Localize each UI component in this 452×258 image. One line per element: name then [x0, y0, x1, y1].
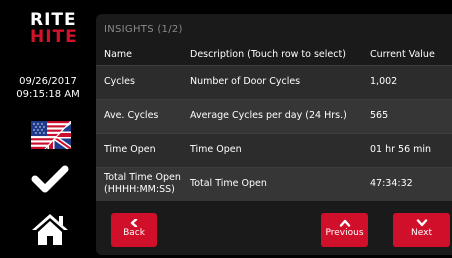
- previous-button[interactable]: Previous: [321, 213, 368, 247]
- column-header-name: Name: [96, 44, 182, 65]
- language-flag-icon[interactable]: [31, 120, 72, 150]
- panel-title: INSIGHTS (1/2): [104, 24, 183, 35]
- home-icon[interactable]: [30, 212, 70, 246]
- next-button-label: Next: [411, 228, 432, 238]
- table-row[interactable]: Total Time Open (HHHH:MM:SS) Total Time …: [96, 166, 452, 201]
- row-description: Total Time Open: [182, 166, 362, 201]
- next-button[interactable]: Next: [393, 213, 450, 247]
- row-value: 47:34:32: [362, 166, 452, 201]
- current-time: 09:15:18 AM: [16, 89, 80, 100]
- chevron-down-icon: [416, 219, 427, 227]
- row-name: Time Open: [96, 132, 182, 167]
- logo-word-bottom: HITE: [30, 27, 78, 47]
- column-header-current-value: Current Value: [362, 44, 452, 65]
- table-row[interactable]: Cycles Number of Door Cycles 1,002: [96, 64, 452, 99]
- insights-table: Name Description (Touch row to select) C…: [96, 44, 452, 201]
- row-description: Time Open: [182, 132, 362, 167]
- row-value: 565: [362, 98, 452, 133]
- chevron-up-icon: [339, 219, 350, 227]
- checkmark-icon[interactable]: [30, 164, 70, 194]
- column-header-description: Description (Touch row to select): [182, 44, 362, 65]
- table-row[interactable]: Time Open Time Open 01 hr 56 min: [96, 132, 452, 167]
- row-name: Total Time Open (HHHH:MM:SS): [96, 166, 182, 201]
- back-button[interactable]: Back: [111, 213, 157, 247]
- back-button-label: Back: [123, 228, 145, 238]
- current-date: 09/26/2017: [19, 76, 77, 87]
- previous-button-label: Previous: [325, 228, 364, 238]
- table-row[interactable]: Ave. Cycles Average Cycles per day (24 H…: [96, 98, 452, 133]
- sidebar: RITE HITE 09/26/2017 09:15:18 AM: [0, 0, 96, 258]
- row-name: Ave. Cycles: [96, 98, 182, 133]
- chevron-left-icon: [130, 219, 138, 227]
- row-name: Cycles: [96, 64, 182, 99]
- date-time-display: 09/26/2017 09:15:18 AM: [0, 75, 96, 101]
- row-value: 1,002: [362, 64, 452, 99]
- rite-hite-logo: RITE HITE: [30, 12, 78, 50]
- row-description: Number of Door Cycles: [182, 64, 362, 99]
- row-description: Average Cycles per day (24 Hrs.): [182, 98, 362, 133]
- row-value: 01 hr 56 min: [362, 132, 452, 167]
- insights-panel: INSIGHTS (1/2) Name Description (Touch r…: [96, 14, 452, 255]
- table-header-row: Name Description (Touch row to select) C…: [96, 44, 452, 65]
